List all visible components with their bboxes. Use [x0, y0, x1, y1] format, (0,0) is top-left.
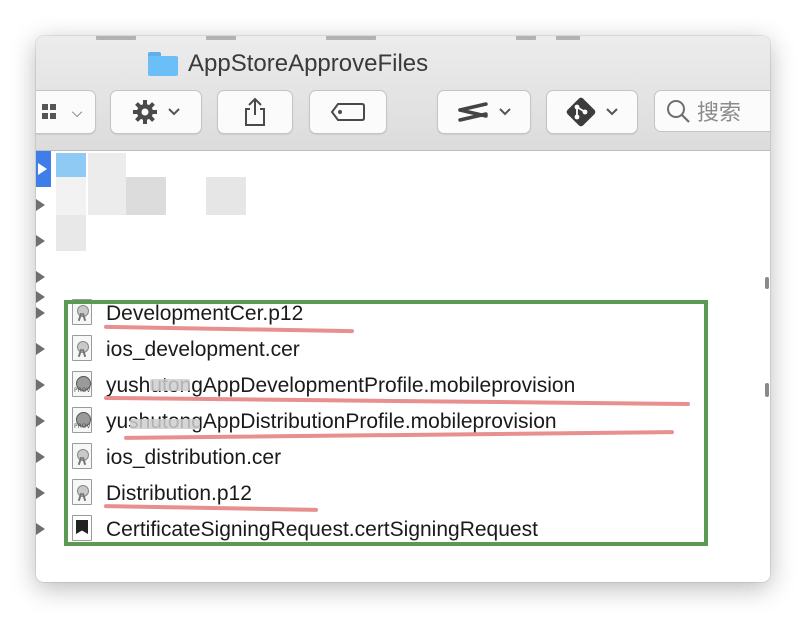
folder-icon: [148, 52, 178, 76]
git-button[interactable]: [546, 90, 638, 134]
file-list: DevelopmentCer.p12 ios_development.cer P…: [36, 151, 770, 582]
window-title-text: AppStoreApproveFiles: [188, 50, 429, 77]
grid-view-icon: [41, 104, 56, 119]
disclosure-triangle[interactable]: [36, 487, 45, 499]
disclosure-triangle[interactable]: [36, 235, 45, 247]
scrollbar-marker[interactable]: [765, 383, 769, 397]
list-item[interactable]: [36, 259, 764, 295]
disclosure-triangle[interactable]: [36, 523, 45, 535]
view-options-button[interactable]: ⌵: [36, 90, 96, 134]
action-gear-button[interactable]: [110, 90, 202, 134]
search-field[interactable]: 搜索: [654, 90, 770, 132]
toolbar: AppStoreApproveFiles ⌵ 搜索: [36, 36, 770, 151]
gear-icon: [133, 100, 157, 124]
git-icon: [566, 97, 596, 127]
chevron-down-icon: [168, 108, 180, 116]
share-button[interactable]: [217, 90, 293, 134]
disclosure-triangle[interactable]: [36, 271, 45, 283]
list-item[interactable]: [36, 215, 764, 259]
sublime-text-icon: [458, 102, 488, 122]
scrollbar-marker[interactable]: [765, 277, 769, 289]
selected-disclosure-triangle[interactable]: [36, 151, 51, 187]
tag-icon: [330, 103, 365, 121]
search-icon: [667, 100, 690, 123]
tags-button[interactable]: [309, 90, 387, 134]
sourcetree-button[interactable]: [437, 90, 531, 134]
top-edge-strip: [36, 36, 770, 42]
disclosure-triangle[interactable]: [36, 307, 45, 319]
disclosure-triangle[interactable]: [36, 199, 45, 211]
disclosure-triangle[interactable]: [36, 415, 45, 427]
chevron-down-icon: [606, 108, 618, 116]
window-title: AppStoreApproveFiles: [148, 50, 428, 78]
disclosure-triangle[interactable]: [36, 451, 45, 463]
chevron-down-icon: [499, 108, 511, 116]
share-icon: [245, 97, 265, 126]
chevron-down-icon: ⌵: [71, 103, 83, 120]
list-item[interactable]: [36, 177, 764, 223]
finder-window: AppStoreApproveFiles ⌵ 搜索 DevelopmentCer…: [36, 36, 770, 582]
disclosure-triangle[interactable]: [36, 343, 45, 355]
disclosure-triangle[interactable]: [36, 379, 45, 391]
search-placeholder: 搜索: [697, 100, 742, 125]
